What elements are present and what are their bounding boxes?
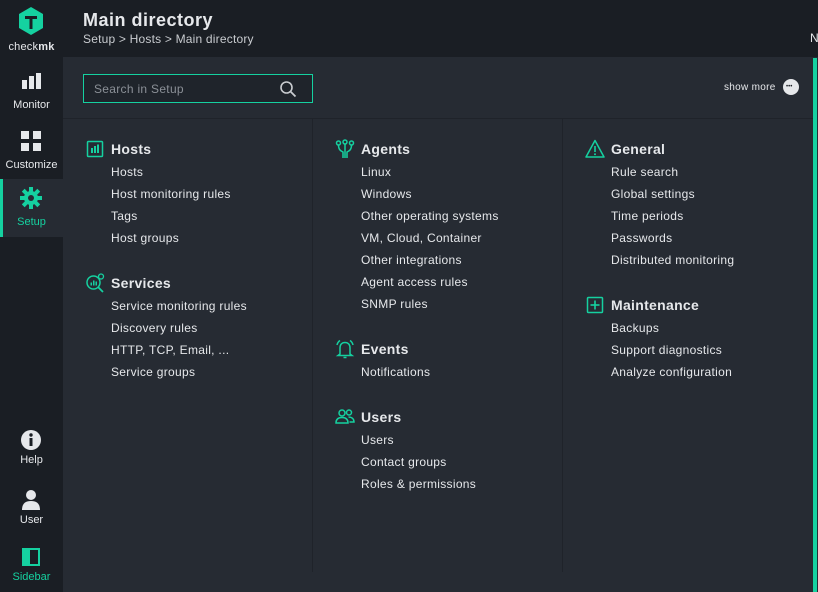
menu-link-service-monitoring-rules[interactable]: Service monitoring rules (111, 299, 247, 321)
maintenance-icon (586, 296, 604, 314)
monitor-icon (22, 73, 41, 89)
nav-setup-label: Setup (17, 216, 46, 228)
user-icon (22, 490, 40, 510)
customize-grid-icon (21, 131, 41, 151)
menu-link-contact-groups[interactable]: Contact groups (361, 455, 476, 477)
nav-monitor[interactable]: Monitor (0, 62, 63, 120)
show-more-label: show more (724, 82, 776, 93)
menu-link-snmp-rules[interactable]: SNMP rules (361, 297, 499, 319)
menu-link-service-groups[interactable]: Service groups (111, 365, 247, 387)
checkmk-logo[interactable]: checkmk (0, 0, 63, 58)
services-icon (86, 273, 105, 293)
nav-sidebar-toggle[interactable]: Sidebar (0, 538, 63, 592)
menu-link-rule-search[interactable]: Rule search (611, 165, 734, 187)
brand-prefix: check (8, 41, 39, 53)
column-divider (312, 119, 313, 572)
menu-link-host-monitoring-rules[interactable]: Host monitoring rules (111, 187, 231, 209)
menu-link-support-diagnostics[interactable]: Support diagnostics (611, 343, 732, 365)
menu-link-host-groups[interactable]: Host groups (111, 231, 231, 253)
menu-link-hosts[interactable]: Hosts (111, 165, 231, 187)
menu-link-vm-cloud-container[interactable]: VM, Cloud, Container (361, 231, 499, 253)
menu-link-agent-access-rules[interactable]: Agent access rules (361, 275, 499, 297)
page-title: Main directory (83, 10, 214, 30)
nav-help[interactable]: Help (0, 421, 63, 479)
help-info-icon (21, 430, 41, 450)
section-title: General (611, 141, 666, 157)
more-dots-icon (783, 79, 799, 95)
hosts-icon (86, 140, 104, 158)
section-title: Maintenance (611, 297, 700, 313)
column-divider (562, 119, 563, 572)
menu-link-notifications[interactable]: Notifications (361, 365, 430, 387)
section-title: Hosts (111, 141, 152, 157)
checkmk-logo-icon (19, 7, 43, 35)
menu-link-roles-permissions[interactable]: Roles & permissions (361, 477, 476, 499)
section-title: Agents (361, 141, 411, 157)
menu-link-distributed-monitoring[interactable]: Distributed monitoring (611, 253, 734, 275)
menu-link-http-tcp-email[interactable]: HTTP, TCP, Email, ... (111, 343, 247, 365)
general-warning-icon (585, 139, 605, 158)
menu-link-passwords[interactable]: Passwords (611, 231, 734, 253)
search-box (83, 74, 313, 103)
search-icon[interactable] (279, 80, 297, 98)
scrollbar[interactable] (813, 58, 817, 592)
sidebar-toggle-icon (22, 548, 40, 566)
nav-setup[interactable]: Setup (0, 179, 63, 237)
nav-customize[interactable]: Customize (0, 122, 63, 180)
menu-link-time-periods[interactable]: Time periods (611, 209, 734, 231)
header-right-text: N (810, 31, 818, 45)
brand-suffix: mk (38, 41, 55, 53)
events-bell-icon (335, 339, 355, 359)
menu-link-linux[interactable]: Linux (361, 165, 499, 187)
breadcrumb: Setup > Hosts > Main directory (83, 32, 254, 46)
menu-link-discovery-rules[interactable]: Discovery rules (111, 321, 247, 343)
menu-link-backups[interactable]: Backups (611, 321, 732, 343)
menu-link-analyze-configuration[interactable]: Analyze configuration (611, 365, 732, 387)
section-title: Users (361, 409, 402, 425)
nav-help-label: Help (20, 454, 43, 466)
nav-sidebar-label: Sidebar (12, 571, 51, 583)
agents-icon (335, 139, 355, 158)
menu-link-users[interactable]: Users (361, 433, 476, 455)
divider (63, 118, 813, 119)
menu-link-global-settings[interactable]: Global settings (611, 187, 734, 209)
setup-search-input[interactable] (94, 80, 274, 98)
main-navigation: checkmk Monitor Customize Setup Help Use… (0, 0, 63, 592)
page-header: Main directory Setup > Hosts > Main dire… (63, 0, 818, 57)
nav-monitor-label: Monitor (13, 99, 50, 111)
menu-link-other-operating-systems[interactable]: Other operating systems (361, 209, 499, 231)
setup-gear-icon (20, 187, 42, 209)
nav-customize-label: Customize (5, 159, 58, 171)
nav-user[interactable]: User (0, 481, 63, 539)
section-title: Events (361, 341, 409, 357)
menu-link-other-integrations[interactable]: Other integrations (361, 253, 499, 275)
users-icon (335, 409, 355, 424)
menu-link-tags[interactable]: Tags (111, 209, 231, 231)
nav-user-label: User (19, 514, 44, 526)
section-title: Services (111, 275, 172, 291)
menu-link-windows[interactable]: Windows (361, 187, 499, 209)
